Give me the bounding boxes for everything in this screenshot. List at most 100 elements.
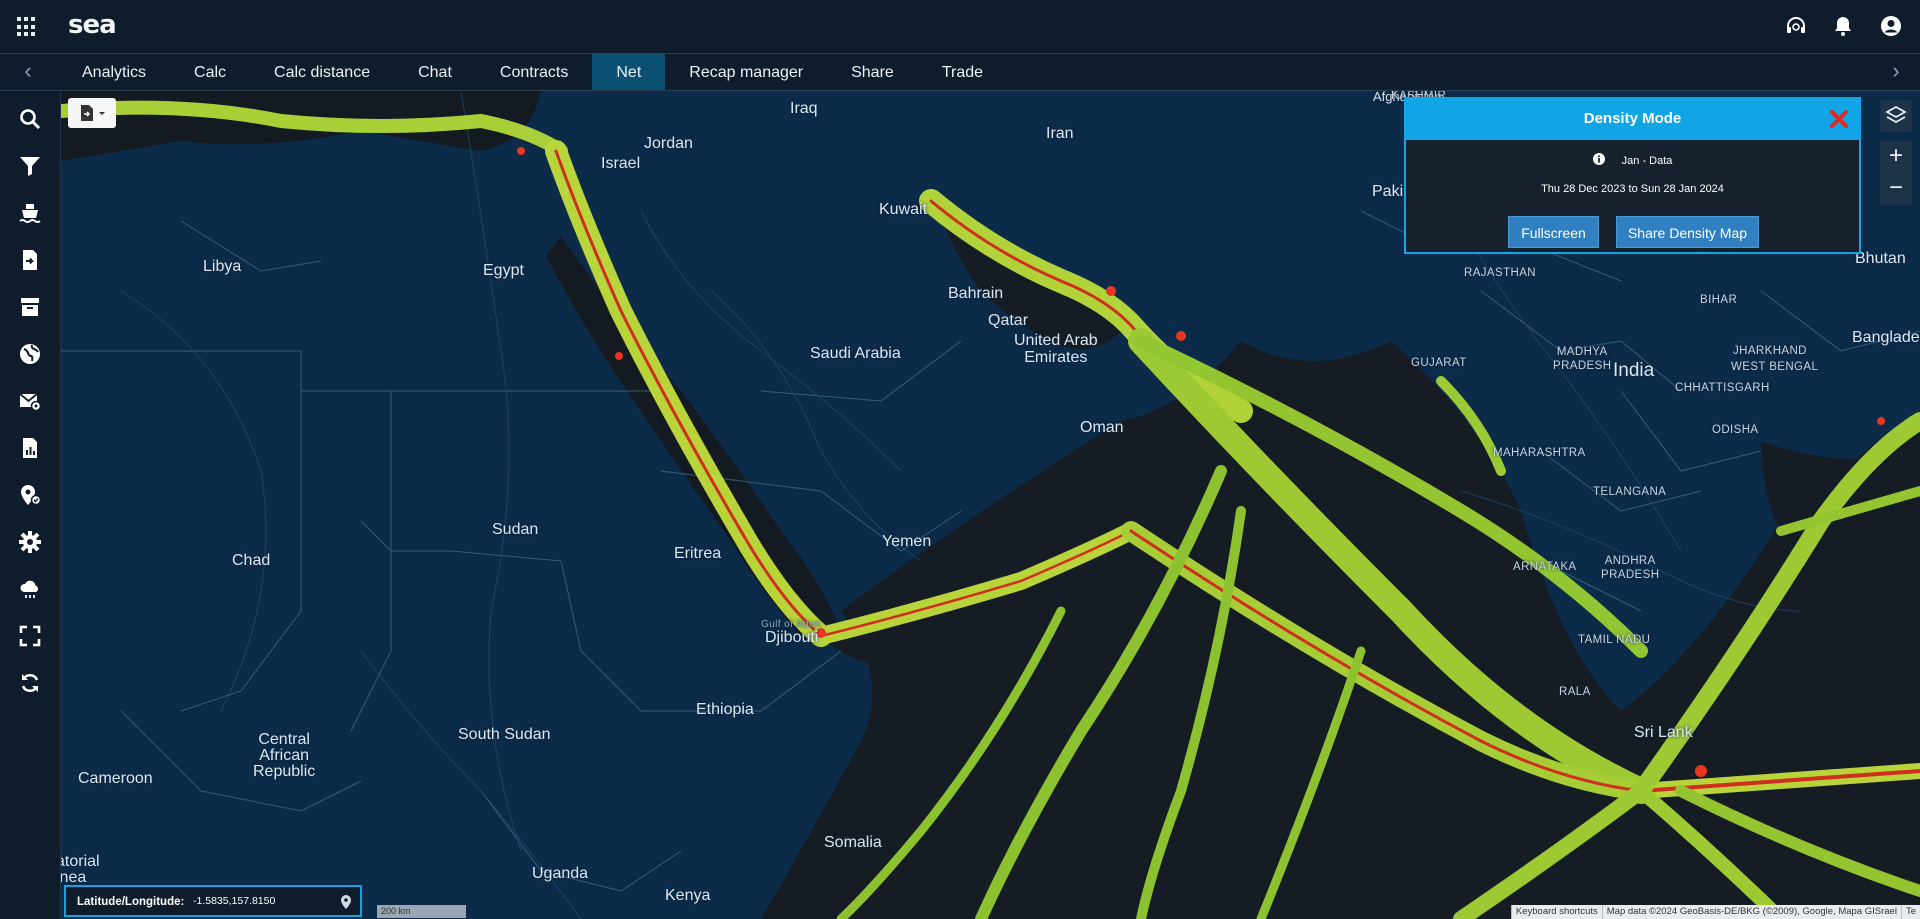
map-label-tamil-nadu: TAMIL NADU [1578,634,1651,646]
map-label-sudan: Sudan [492,521,539,538]
map-label-gujarat: GUJARAT [1411,357,1467,369]
archive-icon[interactable] [16,293,44,321]
map-label-rajasthan: RAJASTHAN [1464,267,1536,279]
terms-link[interactable]: Te [1900,905,1920,919]
filter-icon[interactable] [16,152,44,180]
bell-icon[interactable] [1831,14,1855,38]
map-data-credit: Map data ©2024 GeoBasis-DE/BKG (©2009), … [1601,905,1901,919]
tab-analytics[interactable]: Analytics [58,54,170,90]
map-label-saudi-arabia: Saudi Arabia [810,345,901,362]
map-label-cameroon: Cameroon [78,770,153,787]
map-label-chad: Chad [232,552,271,569]
keyboard-shortcuts-link[interactable]: Keyboard shortcuts [1510,905,1602,919]
report-icon[interactable] [16,434,44,462]
map-label-chhattisgarh: CHHATTISGARH [1675,382,1770,394]
map-label-west-bengal: WEST BENGAL [1731,361,1819,373]
map-label-india: India [1613,360,1655,381]
location-settings-icon[interactable] [16,481,44,509]
map-label-iraq: Iraq [790,100,818,117]
map-label-telangana: TELANGANA [1593,486,1667,498]
info-icon [1592,153,1605,165]
export-icon[interactable] [16,246,44,274]
refresh-icon[interactable] [16,669,44,697]
density-mode-panel: Density Mode Jan - Data Thu 28 Dec 2023 … [1404,97,1861,254]
tab-calc[interactable]: Calc [170,54,250,90]
weather-icon[interactable] [16,575,44,603]
density-date-range: Thu 28 Dec 2023 to Sun 28 Jan 2024 [1541,183,1724,195]
gear-icon[interactable] [16,528,44,556]
map-label-maharashtra: MAHARASHTRA [1493,447,1586,459]
map-scale-bar: 200 km [377,905,466,918]
top-bar: sea [0,0,1920,54]
globe-icon[interactable] [16,340,44,368]
map-label-equatorial-guinea: atorial inea [61,853,100,886]
map-label-bahrain: Bahrain [948,285,1004,302]
tab-scroll-right-icon[interactable]: › [1876,54,1916,90]
tab-trade[interactable]: Trade [918,54,1007,90]
layers-button[interactable] [1880,100,1912,132]
density-panel-title: Density Mode [1583,110,1682,127]
map-label-eritrea: Eritrea [674,545,722,562]
map-label-bhutan: Bhutan [1855,250,1906,267]
map-label-libya: Libya [203,258,242,275]
map-label-gulf-of-aden: Gulf of Aden [761,619,821,630]
zoom-out-button[interactable]: − [1880,173,1912,205]
zoom-in-button[interactable]: + [1880,141,1912,173]
map-label-bihar: BIHAR [1700,294,1738,306]
tab-list: Analytics Calc Calc distance Chat Contra… [58,54,1007,90]
fullscreen-button[interactable]: Fullscreen [1508,216,1599,248]
map-label-kuwait: Kuwait [879,201,928,218]
tab-share[interactable]: Share [827,54,918,90]
account-icon[interactable] [1879,14,1903,38]
map-label-karnataka: ARNATAKA [1513,561,1577,573]
map-label-uganda: Uganda [532,865,589,882]
tab-bar: ‹ Analytics Calc Calc distance Chat Cont… [0,54,1920,91]
location-pin-icon[interactable] [339,894,353,910]
tab-contracts[interactable]: Contracts [476,54,592,90]
map-label-qatar: Qatar [988,312,1029,329]
map-label-uae: United Arab Emirates [1014,332,1098,366]
map-label-somalia: Somalia [824,834,882,851]
apps-grid-icon[interactable] [17,17,37,37]
app-logo: sea [68,10,117,40]
map-label-djibouti: Djibouti [765,629,819,646]
coordinates-readout: Latitude/Longitude: -1.5835,157.8150 [64,885,362,917]
mail-settings-icon[interactable] [16,387,44,415]
close-icon[interactable] [1829,109,1849,129]
tab-calc-distance[interactable]: Calc distance [250,54,394,90]
map-label-madhya-pradesh: MADHYA PRADESH [1553,346,1612,372]
headset-icon[interactable] [1784,14,1808,38]
map-label-israel: Israel [601,155,641,172]
ship-icon[interactable] [16,199,44,227]
map-label-ethiopia: Ethiopia [696,701,754,718]
map-label-iran: Iran [1046,125,1074,142]
fullscreen-icon[interactable] [16,622,44,650]
map-label-andhra-pradesh: ANDHRA PRADESH [1601,555,1660,581]
map-label-pakistan: Paki [1372,183,1404,200]
coordinates-value: -1.5835,157.8150 [193,895,276,907]
file-export-icon [81,105,105,121]
map-label-jordan: Jordan [644,135,693,152]
tab-scroll-left-icon[interactable]: ‹ [8,54,48,90]
density-panel-header: Density Mode [1406,99,1859,140]
map-label-sri-lanka: Sri Lank [1634,724,1693,741]
map-label-bangladesh: Bangladesh [1852,329,1920,346]
density-info-text: Jan - Data [1621,155,1673,167]
tab-net[interactable]: Net [592,54,666,90]
map-label-kenya: Kenya [665,887,711,904]
tab-recap-manager[interactable]: Recap manager [665,54,827,90]
map-label-egypt: Egypt [483,262,524,279]
left-sidebar [0,91,61,919]
map-label-yemen: Yemen [882,533,932,550]
search-icon[interactable] [16,105,44,133]
layers-icon [1885,105,1907,124]
tab-chat[interactable]: Chat [394,54,476,90]
map-attribution: Keyboard shortcuts Map data ©2024 GeoBas… [1510,905,1920,919]
map-export-button[interactable] [68,98,116,128]
density-info-row: Jan - Data [1406,153,1859,167]
coordinates-label: Latitude/Longitude: [77,896,185,908]
map-label-jharkhand: JHARKHAND [1733,345,1807,357]
share-density-map-button[interactable]: Share Density Map [1616,216,1759,248]
map-label-south-sudan: South Sudan [458,726,551,743]
map-label-kerala: RALA [1559,686,1591,698]
